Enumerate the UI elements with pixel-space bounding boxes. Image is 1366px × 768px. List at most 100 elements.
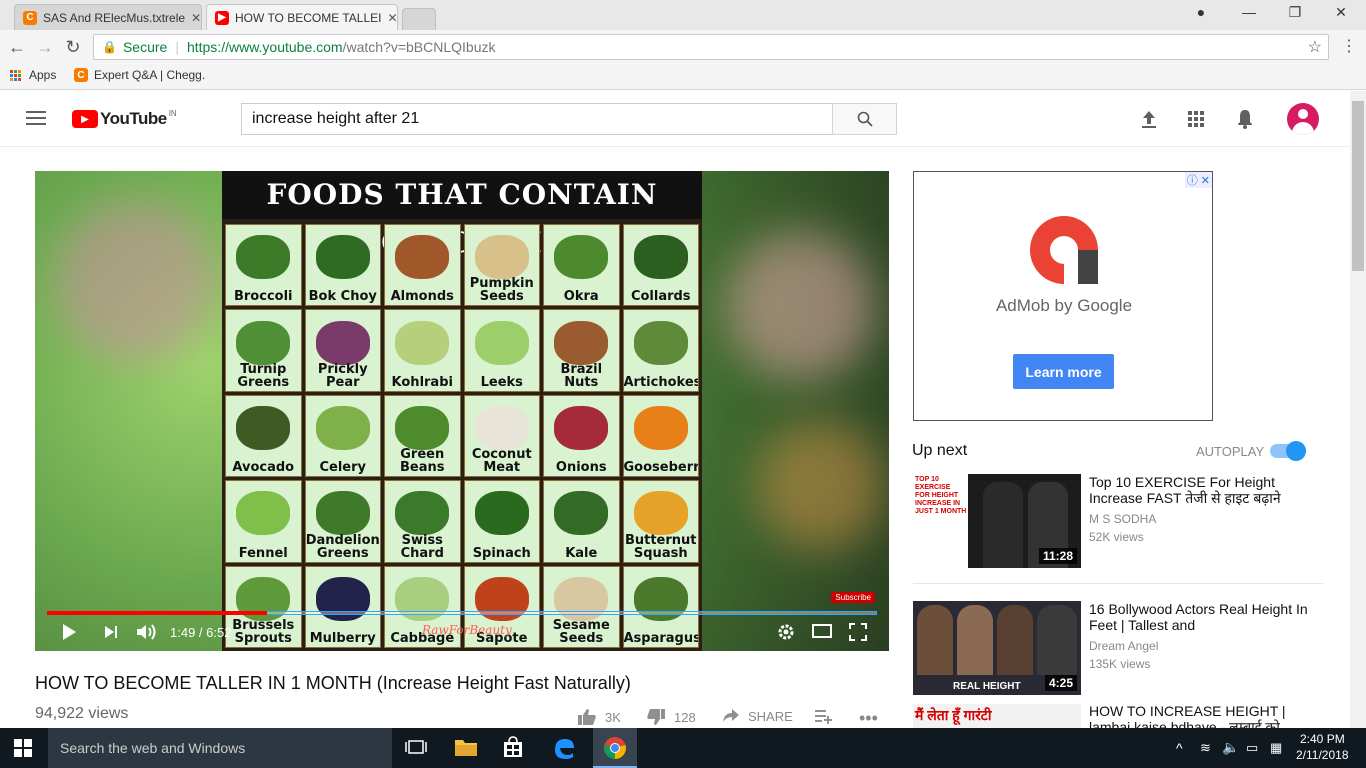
adchoices-icon[interactable]: ⓘ ✕ <box>1184 172 1212 188</box>
progress-bar[interactable] <box>47 611 877 615</box>
close-icon[interactable]: ✕ <box>381 11 397 25</box>
bookmark-chegg[interactable]: C Expert Q&A | Chegg. <box>74 68 205 82</box>
tab-youtube[interactable]: ▶ HOW TO BECOME TALLEI ✕ <box>206 4 398 30</box>
page-scrollbar[interactable] <box>1350 91 1366 728</box>
video-duration: 4:25 <box>1044 675 1077 691</box>
play-icon[interactable] <box>61 623 77 646</box>
recommendation-item[interactable]: REAL HEIGHT 4:25 16 Bollywood Actors Rea… <box>913 601 1323 701</box>
food-label: Prickly Pear <box>317 361 368 390</box>
recommendation-title[interactable]: Top 10 EXERCISE For Height Increase FAST… <box>1089 474 1311 506</box>
video-poster-title: FOODS THAT CONTAIN CALCIUM <box>222 171 702 259</box>
autoplay-toggle-knob[interactable] <box>1286 441 1306 461</box>
chrome-taskbar-button[interactable] <box>593 728 637 768</box>
scrollbar-thumb[interactable] <box>1352 101 1364 271</box>
browser-tab-strip: C SAS And RElecMus.txtrele ✕ ▶ HOW TO BE… <box>0 0 1366 30</box>
url-path: /watch?v=bBCNLQIbuzk <box>342 39 496 55</box>
food-label: Celery <box>319 460 366 476</box>
learn-more-button[interactable]: Learn more <box>1013 354 1114 389</box>
window-close-icon[interactable]: ✕ <box>1326 4 1356 24</box>
like-button[interactable]: 3K <box>577 708 621 726</box>
more-actions-icon[interactable]: ••• <box>859 708 878 729</box>
video-watermark: RawForBeauty <box>422 623 512 637</box>
new-tab-button[interactable] <box>402 8 436 30</box>
ad-banner[interactable]: ⓘ ✕ AdMob by Google Learn more <box>913 171 1213 421</box>
search-input[interactable]: increase height after 21 <box>241 103 833 135</box>
thumbs-up-icon <box>578 709 596 725</box>
battery-icon[interactable]: ▭ <box>1246 740 1270 764</box>
food-cell: Asparagus <box>622 565 699 648</box>
minimize-icon[interactable]: — <box>1234 4 1264 24</box>
channel-name[interactable]: M S SODHA <box>1089 512 1156 526</box>
upload-icon[interactable] <box>1140 109 1158 134</box>
logo-region: IN <box>168 109 177 118</box>
store-icon[interactable] <box>502 736 526 760</box>
network-icon[interactable]: ≋ <box>1200 740 1224 764</box>
profile-icon[interactable]: ● <box>1186 4 1216 24</box>
search-button[interactable] <box>832 103 897 135</box>
recommendation-views: 135K views <box>1089 657 1151 671</box>
theater-mode-icon[interactable] <box>812 623 832 644</box>
avatar[interactable] <box>1287 103 1319 135</box>
show-hidden-icons-chevron-icon[interactable]: ^ <box>1176 740 1200 764</box>
close-icon[interactable]: ✕ <box>185 11 201 25</box>
food-image <box>236 405 291 450</box>
next-icon[interactable] <box>103 623 119 646</box>
keyboard-icon[interactable]: ▦ <box>1270 740 1294 764</box>
settings-gear-icon[interactable] <box>777 623 795 646</box>
food-cell: Kohlrabi <box>384 309 461 392</box>
clock-time[interactable]: 2:40 PM <box>1300 732 1345 746</box>
notifications-bell-icon[interactable] <box>1236 109 1254 134</box>
add-to-playlist-icon[interactable] <box>814 708 832 724</box>
recommendation-item[interactable]: मैं लेता हूँ गारंटी HOW TO INCREASE HEIG… <box>913 704 1323 728</box>
task-view-icon[interactable] <box>405 736 429 760</box>
dislike-button[interactable]: 128 <box>646 708 696 726</box>
food-image <box>236 491 291 536</box>
youtube-logo[interactable]: ▶ YouTube IN <box>72 109 177 129</box>
recommendation-item[interactable]: TOP 10 EXERCISE FOR HEIGHT INCREASE IN J… <box>913 474 1323 584</box>
youtube-favicon-icon: ▶ <box>215 10 229 25</box>
video-duration: 11:28 <box>1038 548 1077 564</box>
volume-icon[interactable]: 🔈 <box>1222 739 1246 763</box>
video-player[interactable]: FOODS THAT CONTAIN CALCIUM Broccoli Bok C… <box>35 171 889 651</box>
thumbnail-text: REAL HEIGHT <box>953 681 1021 692</box>
ad-brand-text: AdMob by Google <box>995 296 1133 315</box>
restore-icon[interactable]: ❐ <box>1280 4 1310 24</box>
logo-text: YouTube <box>100 109 167 128</box>
forward-arrow-icon[interactable]: → <box>34 36 56 58</box>
fullscreen-icon[interactable] <box>849 623 867 646</box>
edge-browser-icon[interactable] <box>552 736 576 760</box>
address-bar[interactable]: 🔒 Secure | https://www.youtube.com /watc… <box>93 34 1329 60</box>
channel-name[interactable]: Dream Angel <box>1089 639 1158 653</box>
food-cell: Pumpkin Seeds <box>463 224 540 307</box>
hamburger-menu-icon[interactable] <box>26 111 46 125</box>
food-image <box>395 235 450 280</box>
back-arrow-icon[interactable]: ← <box>6 36 28 58</box>
video-thumbnail[interactable]: REAL HEIGHT 4:25 <box>913 601 1081 695</box>
security-label: Secure <box>122 39 168 55</box>
share-button[interactable]: SHARE <box>722 708 793 724</box>
total-time: 6:52 <box>206 625 232 640</box>
bookmark-star-icon[interactable]: ☆ <box>1308 37 1322 57</box>
bookmark-apps[interactable]: Apps <box>10 68 56 82</box>
file-explorer-icon[interactable] <box>454 736 478 760</box>
share-arrow-icon <box>723 709 739 722</box>
food-image <box>395 320 450 365</box>
bookmark-label: Apps <box>29 68 57 82</box>
reload-icon[interactable]: ↻ <box>62 36 84 58</box>
recommendation-title[interactable]: 16 Bollywood Actors Real Height In Feet … <box>1089 601 1311 633</box>
clock-date[interactable]: 2/11/2018 <box>1296 748 1349 762</box>
taskbar-search-input[interactable]: Search the web and Windows <box>48 728 392 768</box>
share-label: SHARE <box>748 708 793 724</box>
food-image <box>633 491 688 536</box>
menu-kebab-icon[interactable]: ⋮ <box>1338 36 1360 58</box>
subscribe-badge[interactable]: Subscribe <box>831 592 875 603</box>
recommendation-title[interactable]: HOW TO INCREASE HEIGHT | lambai kaise bd… <box>1089 704 1311 728</box>
tab-sas[interactable]: C SAS And RElecMus.txtrele ✕ <box>14 4 202 30</box>
lock-icon: 🔒 <box>102 40 117 54</box>
video-thumbnail[interactable]: मैं लेता हूँ गारंटी <box>913 704 1081 728</box>
apps-grid-icon[interactable] <box>1188 111 1204 127</box>
windows-start-icon[interactable] <box>14 739 32 757</box>
food-label: Green Beans <box>400 447 445 476</box>
volume-icon[interactable] <box>136 623 158 646</box>
video-thumbnail[interactable]: TOP 10 EXERCISE FOR HEIGHT INCREASE IN J… <box>913 474 1081 568</box>
